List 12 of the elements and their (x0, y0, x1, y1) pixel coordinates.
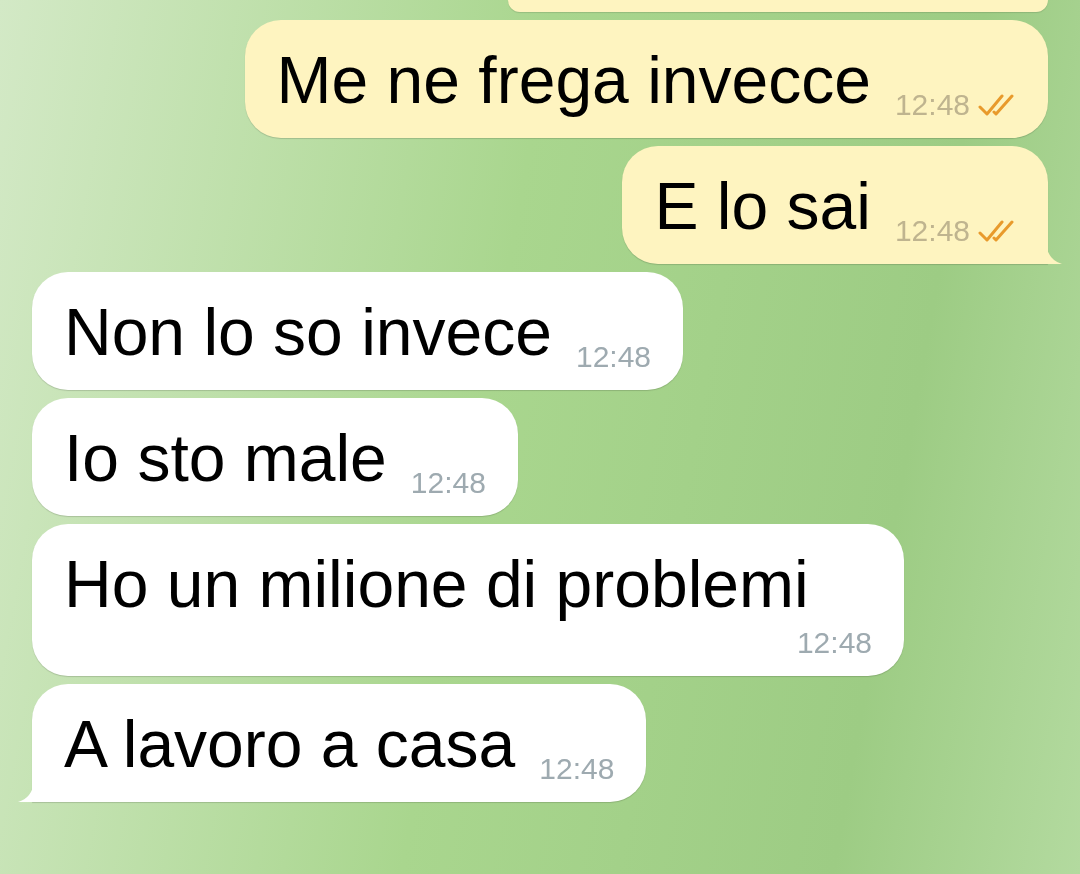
message-text: A lavoro a casa (64, 706, 516, 783)
message-time: 12:48 (894, 87, 970, 123)
message-time: 12:48 (539, 751, 615, 787)
message-time: 12:48 (575, 339, 652, 375)
message-text: Ho un milione di problemi (64, 546, 809, 623)
message-text: Me ne frega invecce (276, 42, 871, 119)
message-time: 12:48 (410, 465, 486, 501)
message-text: Non lo so invece (64, 294, 552, 371)
message-text: Io sto male (64, 420, 387, 497)
message-time: 12:48 (796, 625, 872, 661)
message-text: E lo sai (654, 168, 871, 245)
message-time: 12:48 (894, 213, 970, 249)
